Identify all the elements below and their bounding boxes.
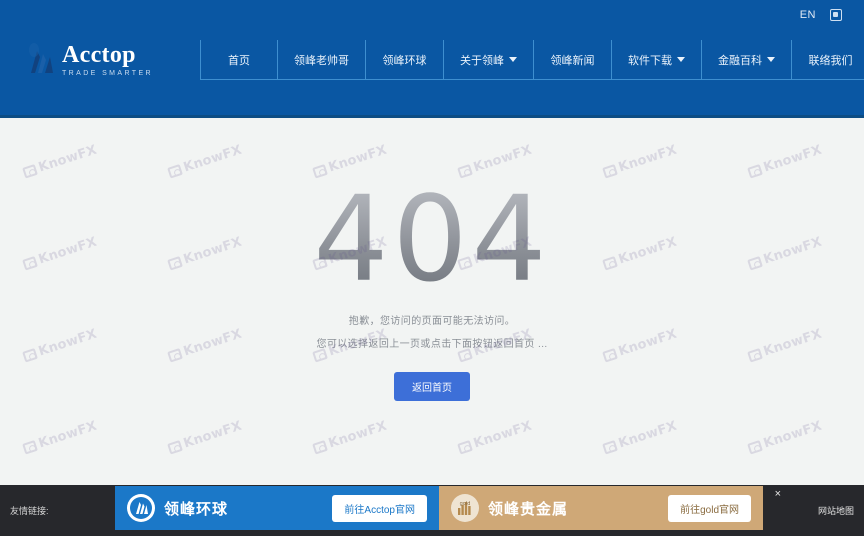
close-icon[interactable]: × xyxy=(775,489,781,500)
promo-banner-row: 领峰环球 前往Acctop官网 gold 领峰贵金属 前往gold官网 × xyxy=(115,486,781,530)
nav-label: 首页 xyxy=(228,54,250,67)
top-utility-bar: EN xyxy=(0,0,864,30)
nav-item-home[interactable]: 首页 xyxy=(200,40,278,79)
nav-item-encyclopedia[interactable]: 金融百科 xyxy=(702,40,792,79)
gold-circle-logo-icon: gold xyxy=(451,494,479,522)
site-header: EN Acctop TRADE SMARTER 首页 领峰老帅哥 领峰环球 关于… xyxy=(0,0,864,118)
nav-label: 领峰老帅哥 xyxy=(294,54,349,67)
goto-gold-site-button[interactable]: 前往gold官网 xyxy=(668,494,751,522)
chevron-down-icon xyxy=(509,57,517,62)
header-main-row: Acctop TRADE SMARTER 首页 领峰老帅哥 领峰环球 关于领峰 … xyxy=(0,30,864,90)
error-code: 404 xyxy=(313,170,551,308)
error-page-content: 404 抱歉，您访问的页面可能无法访问。 您可以选择返回上一页或点击下面按钮返回… xyxy=(0,118,864,485)
nav-item-downloads[interactable]: 软件下载 xyxy=(612,40,702,79)
main-navigation: 首页 领峰老帅哥 领峰环球 关于领峰 领峰新闻 软件下载 金融百科 联络我们 xyxy=(200,40,864,80)
chevron-down-icon xyxy=(677,57,685,62)
banner-title: 领峰贵金属 xyxy=(488,500,569,518)
error-message-line-2: 您可以选择返回上一页或点击下面按钮返回首页 ... xyxy=(316,339,548,350)
promo-banner-gold[interactable]: gold 领峰贵金属 前往gold官网 × xyxy=(439,486,781,530)
return-home-button[interactable]: 返回首页 xyxy=(394,372,470,401)
nav-item-news[interactable]: 领峰新闻 xyxy=(534,40,612,79)
site-logo[interactable]: Acctop TRADE SMARTER xyxy=(24,43,200,77)
user-account-icon[interactable] xyxy=(830,9,842,21)
logo-tagline: TRADE SMARTER xyxy=(62,70,153,77)
language-switch-en[interactable]: EN xyxy=(800,9,816,21)
nav-item-contact[interactable]: 联络我们 xyxy=(792,40,864,79)
mountain-logo-icon xyxy=(29,43,53,73)
banner-title: 领峰环球 xyxy=(164,500,229,518)
nav-label: 软件下载 xyxy=(628,54,672,67)
nav-item-2[interactable]: 领峰老帅哥 xyxy=(278,40,366,79)
error-message-line-1: 抱歉，您访问的页面可能无法访问。 xyxy=(348,316,516,327)
acctop-circle-logo-icon xyxy=(127,494,155,522)
nav-label: 关于领峰 xyxy=(460,54,504,67)
svg-text:gold: gold xyxy=(460,501,471,507)
nav-item-about[interactable]: 关于领峰 xyxy=(444,40,534,79)
promo-banner-acctop[interactable]: 领峰环球 前往Acctop官网 xyxy=(115,486,439,530)
nav-label: 领峰新闻 xyxy=(550,54,595,67)
nav-item-3[interactable]: 领峰环球 xyxy=(366,40,444,79)
nav-label: 领峰环球 xyxy=(382,54,427,67)
goto-acctop-site-button[interactable]: 前往Acctop官网 xyxy=(332,494,427,522)
chevron-down-icon xyxy=(767,57,775,62)
nav-label: 金融百科 xyxy=(718,54,762,67)
footer-sitemap-link[interactable]: 网站地图 xyxy=(818,504,854,517)
footer-friend-links-label: 友情链接: xyxy=(10,506,49,516)
nav-label: 联络我们 xyxy=(808,54,853,67)
logo-name: Acctop xyxy=(62,42,136,68)
